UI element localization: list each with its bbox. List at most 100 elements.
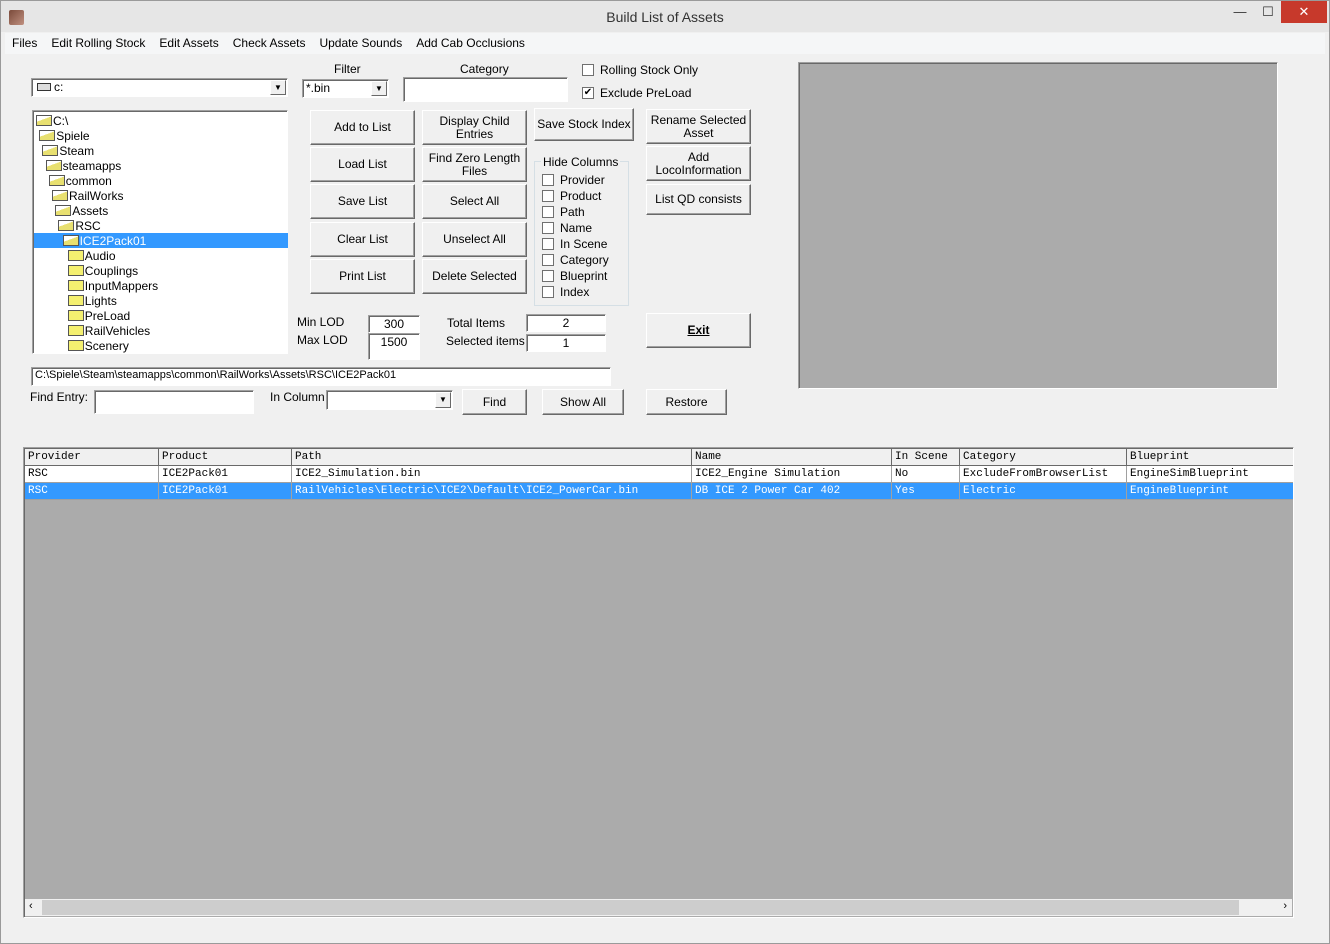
checkbox-label: Provider [560, 173, 605, 187]
tree-node[interactable]: ICE2Pack01 [34, 233, 288, 248]
tree-node[interactable]: C:\ [36, 113, 68, 128]
filter-select[interactable]: *.bin ▼ [302, 79, 389, 98]
scroll-left-icon[interactable]: ‹ [29, 900, 33, 912]
tree-node[interactable]: Lights [67, 293, 117, 308]
path-input[interactable]: C:\Spiele\Steam\steamapps\common\RailWor… [31, 367, 611, 386]
restore-button[interactable]: Restore [646, 389, 727, 415]
in-column-select[interactable]: ▼ [326, 390, 453, 410]
drive-select[interactable]: c: ▼ [31, 78, 288, 97]
chevron-down-icon[interactable]: ▼ [435, 392, 451, 408]
menu-add-cab-occlusions[interactable]: Add Cab Occlusions [409, 33, 532, 54]
tree-node-label: InputMappers [84, 278, 159, 293]
column-header[interactable]: In Scene [892, 449, 960, 466]
chevron-down-icon[interactable]: ▼ [371, 81, 387, 96]
folder-icon [67, 325, 84, 336]
unselect-all-button[interactable]: Unselect All [422, 222, 527, 257]
total-items-value: 2 [526, 314, 606, 332]
rename-selected-asset-button[interactable]: Rename Selected Asset [646, 109, 751, 144]
menu-files[interactable]: Files [5, 33, 44, 54]
checkbox-icon [542, 254, 554, 266]
hide-column-checkbox[interactable]: Blueprint [542, 269, 607, 283]
scrollbar-thumb[interactable] [42, 900, 1239, 915]
tree-node[interactable]: Spiele [39, 128, 90, 143]
scroll-right-icon[interactable]: › [1283, 900, 1287, 912]
save-stock-index-button[interactable]: Save Stock Index [534, 108, 634, 141]
clear-list-button[interactable]: Clear List [310, 222, 415, 257]
delete-selected-button[interactable]: Delete Selected [422, 259, 527, 294]
max-lod-label: Max LOD [297, 333, 348, 347]
min-lod-label: Min LOD [297, 315, 345, 329]
column-header[interactable]: Blueprint [1127, 449, 1293, 466]
table-cell: EngineBlueprint [1127, 483, 1293, 500]
max-lod-input[interactable]: 1500 [368, 333, 420, 360]
hide-column-checkbox[interactable]: Path [542, 205, 585, 219]
exit-button[interactable]: Exit [646, 313, 751, 348]
chevron-down-icon[interactable]: ▼ [270, 80, 286, 95]
exclude-preload-checkbox[interactable]: ✔ Exclude PreLoad [582, 86, 691, 100]
checkbox-icon [542, 286, 554, 298]
tree-node-label: Lights [84, 293, 117, 308]
tree-node[interactable]: Assets [55, 203, 108, 218]
min-lod-input[interactable]: 300 [368, 315, 420, 333]
category-input[interactable] [403, 77, 568, 102]
find-button[interactable]: Find [462, 389, 527, 415]
checkbox-icon [542, 174, 554, 186]
folder-tree[interactable]: C:\ Spiele Steam steamapps common RailWorks As… [32, 110, 288, 354]
display-child-entries-button[interactable]: Display Child Entries [422, 110, 527, 145]
menu-edit-assets[interactable]: Edit Assets [152, 33, 225, 54]
show-all-button[interactable]: Show All [542, 389, 624, 415]
minimize-button[interactable]: — [1225, 1, 1255, 23]
find-entry-input[interactable] [94, 390, 254, 414]
tree-node[interactable]: Scenery [67, 338, 129, 353]
tree-node[interactable]: common [48, 173, 112, 188]
column-header[interactable]: Product [159, 449, 292, 466]
tree-node-label: ICE2Pack01 [79, 233, 147, 248]
add-to-list-button[interactable]: Add to List [310, 110, 415, 145]
table-cell: No [892, 466, 960, 483]
column-header[interactable]: Name [692, 449, 892, 466]
column-header[interactable]: Path [292, 449, 692, 466]
list-qd-consists-button[interactable]: List QD consists [646, 184, 751, 215]
tree-node[interactable]: Audio [67, 248, 116, 263]
menu-update-sounds[interactable]: Update Sounds [312, 33, 409, 54]
close-button[interactable]: ✕ [1281, 1, 1327, 23]
tree-node[interactable]: InputMappers [67, 278, 159, 293]
add-loco-information-button[interactable]: Add LocoInformation [646, 146, 751, 181]
folder-open-icon [58, 220, 75, 231]
hide-column-checkbox[interactable]: Provider [542, 173, 605, 187]
horizontal-scrollbar[interactable]: ‹ › [25, 899, 1292, 916]
tree-node[interactable]: RSC [58, 218, 101, 233]
hide-column-checkbox[interactable]: Category [542, 253, 609, 267]
select-all-button[interactable]: Select All [422, 184, 527, 219]
checkbox-icon [582, 64, 594, 76]
column-header[interactable]: Category [960, 449, 1127, 466]
tree-node[interactable]: Steam [42, 143, 94, 158]
folder-open-icon [55, 205, 72, 216]
tree-node-label: Steam [59, 143, 95, 158]
find-zero-length-files-button[interactable]: Find Zero Length Files [422, 147, 527, 182]
column-header[interactable]: Provider [25, 449, 159, 466]
hide-column-checkbox[interactable]: Index [542, 285, 589, 299]
table-header[interactable]: Provider Product Path Name In Scene Category B… [25, 449, 1293, 466]
menu-check-assets[interactable]: Check Assets [226, 33, 313, 54]
assets-table[interactable]: ‹ › Provider Product Path Name In Scene Categ… [23, 447, 1294, 918]
print-list-button[interactable]: Print List [310, 259, 415, 294]
save-list-button[interactable]: Save List [310, 184, 415, 219]
rolling-stock-only-checkbox[interactable]: Rolling Stock Only [582, 63, 698, 77]
tree-node[interactable]: RailVehicles [67, 323, 150, 338]
maximize-button[interactable]: ☐ [1253, 1, 1283, 23]
table-row[interactable]: RSC ICE2Pack01 ICE2_Simulation.bin ICE2_Eng… [25, 466, 1293, 483]
tree-node[interactable]: RailWorks [52, 188, 123, 203]
table-cell: Electric [960, 483, 1127, 500]
table-cell: ICE2Pack01 [159, 483, 292, 500]
tree-node[interactable]: steamapps [45, 158, 121, 173]
tree-node[interactable]: PreLoad [67, 308, 130, 323]
tree-node[interactable]: Couplings [67, 263, 138, 278]
load-list-button[interactable]: Load List [310, 147, 415, 182]
hide-column-checkbox[interactable]: Product [542, 189, 601, 203]
menu-edit-rolling-stock[interactable]: Edit Rolling Stock [44, 33, 152, 54]
hide-column-checkbox[interactable]: Name [542, 221, 592, 235]
hide-column-checkbox[interactable]: In Scene [542, 237, 607, 251]
table-row[interactable]: RSC ICE2Pack01 RailVehicles\Electric\ICE2\… [25, 483, 1293, 500]
checkbox-label: Path [560, 205, 585, 219]
